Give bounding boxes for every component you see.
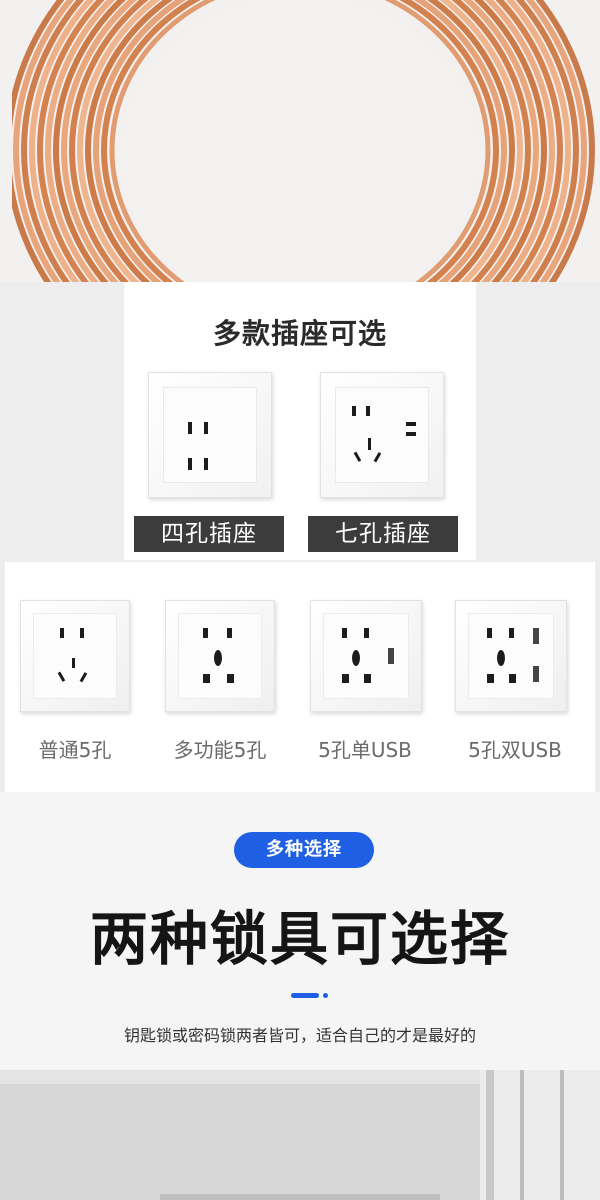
single-usb-icon xyxy=(342,628,394,683)
four-hole-label: 四孔插座 xyxy=(134,516,284,552)
four-hole-socket-icon xyxy=(188,422,208,470)
section-badge: 多种选择 xyxy=(234,832,374,868)
copper-coil-graphic xyxy=(0,0,600,282)
seven-hole-label: 七孔插座 xyxy=(308,516,458,552)
standard-five-hole-socket-image xyxy=(20,600,130,712)
seven-hole-socket-image xyxy=(320,372,444,498)
multi-five-hole-socket-image xyxy=(165,600,275,712)
title-underline-dot xyxy=(323,993,328,998)
panel-title: 多款插座可选 xyxy=(212,317,387,350)
socket-label: 普通5孔 xyxy=(38,738,112,762)
section-title: 两种锁具可选择 xyxy=(89,905,510,973)
title-underline xyxy=(291,993,319,998)
socket-label: 多功能5孔 xyxy=(173,738,267,762)
room-photo-graphic xyxy=(0,1070,600,1200)
seven-hole-socket-icon xyxy=(352,406,416,463)
double-usb-icon xyxy=(487,628,539,683)
multi-function-five-hole-icon xyxy=(203,628,234,683)
socket-label: 5孔单USB xyxy=(318,738,412,762)
section-subtitle: 钥匙锁或密码锁两者皆可，适合自己的才是最好的 xyxy=(123,1026,476,1045)
four-hole-socket-image xyxy=(148,372,272,498)
standard-five-hole-icon xyxy=(57,628,88,683)
lock-options-section: 多种选择 两种锁具可选择 钥匙锁或密码锁两者皆可，适合自己的才是最好的 xyxy=(0,792,600,1070)
five-hole-socket-row: 普通5孔 多功能5孔 5孔单USB 5孔双USB xyxy=(5,562,595,792)
copper-coil-image xyxy=(0,0,600,282)
single-usb-socket-image xyxy=(310,600,422,712)
double-usb-socket-image xyxy=(455,600,567,712)
room-photo xyxy=(0,1070,600,1200)
socket-label: 5孔双USB xyxy=(468,738,562,762)
socket-options-panel: 多款插座可选 四孔插座 七孔插座 xyxy=(124,282,476,560)
